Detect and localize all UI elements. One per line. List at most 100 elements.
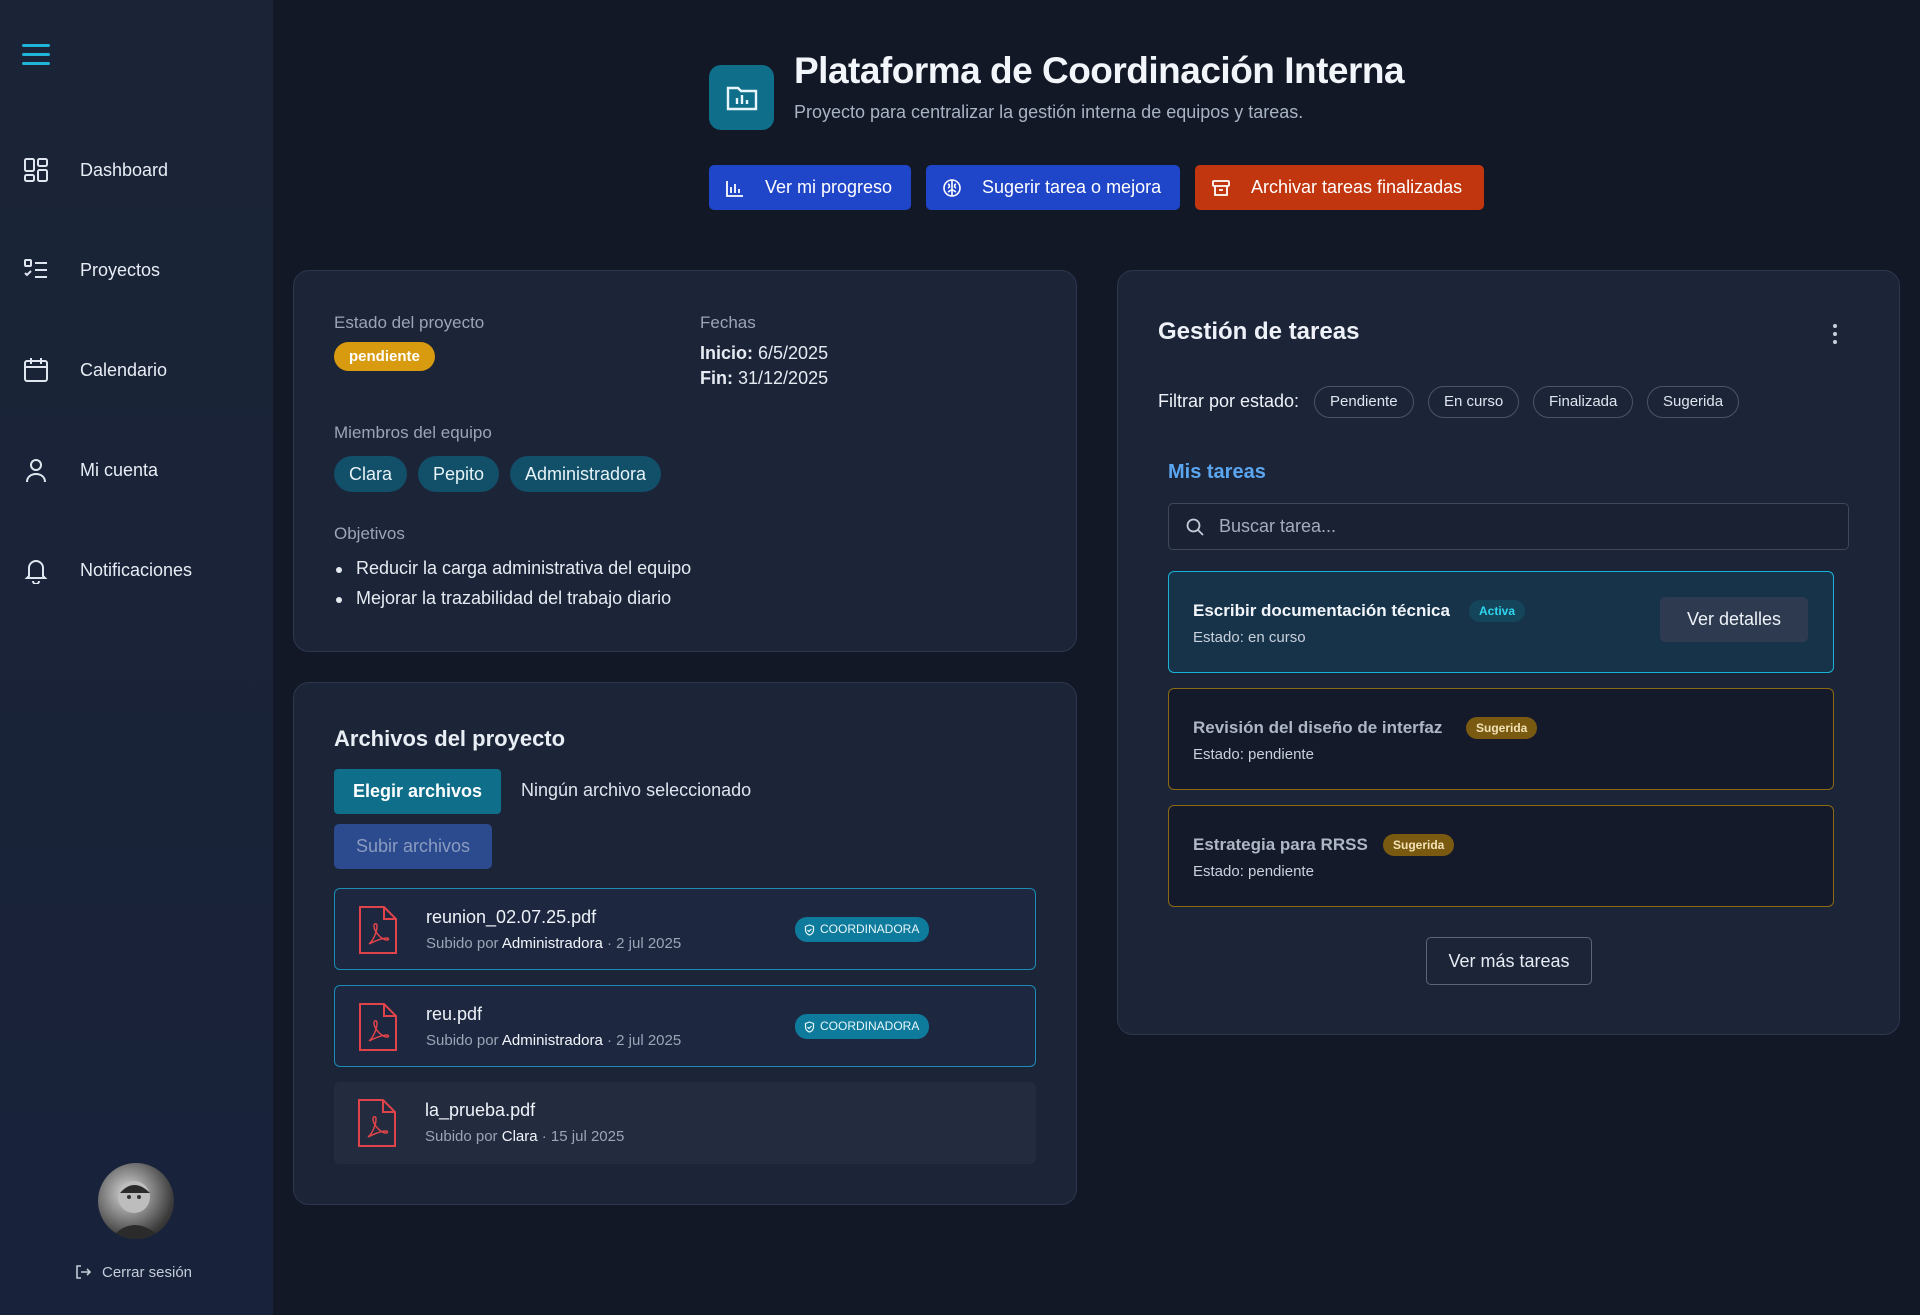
sidebar-item-proyectos[interactable]: Proyectos <box>0 240 273 300</box>
upload-files-button[interactable]: Subir archivos <box>334 824 492 869</box>
sidebar-item-label: Proyectos <box>80 259 161 280</box>
folder-chart-icon <box>726 86 757 110</box>
status-badge: pendiente <box>334 342 435 371</box>
task-search[interactable] <box>1168 503 1849 550</box>
file-date: · 2 jul 2025 <box>606 935 682 952</box>
more-options-icon[interactable] <box>1831 324 1839 346</box>
my-tasks-heading: Mis tareas <box>1168 461 1266 483</box>
file-row[interactable]: la_prueba.pdf Subido por Clara · 15 jul … <box>334 1082 1036 1164</box>
menu-icon[interactable] <box>22 44 50 68</box>
task-card[interactable]: Escribir documentación técnica Activa Es… <box>1168 571 1834 673</box>
task-status: Estado: en curso <box>1193 629 1306 646</box>
member-chip[interactable]: Pepito <box>418 456 500 492</box>
sidebar-item-label: Dashboard <box>80 159 169 180</box>
filter-label: Filtrar por estado: <box>1158 391 1300 411</box>
pdf-file-icon <box>359 1003 397 1051</box>
app-logo <box>709 65 774 130</box>
user-icon <box>26 459 46 483</box>
file-name[interactable]: reu.pdf <box>426 1004 482 1025</box>
suggest-task-button[interactable]: Sugerir tarea o mejora <box>926 165 1180 210</box>
members-label: Miembros del equipo <box>334 423 492 442</box>
file-uploader: Administradora <box>501 1032 603 1049</box>
list-check-icon <box>24 259 47 278</box>
filter-chip-sugerida[interactable]: Sugerida <box>1647 386 1740 418</box>
file-name[interactable]: reunion_02.07.25.pdf <box>426 907 596 928</box>
choose-files-button[interactable]: Elegir archivos <box>334 769 501 814</box>
sidebar-item-dashboard[interactable]: Dashboard <box>0 140 273 200</box>
filter-chip-pendiente[interactable]: Pendiente <box>1314 386 1414 418</box>
task-card[interactable]: Revisión del diseño de interfaz Sugerida… <box>1168 688 1834 790</box>
file-date: · 15 jul 2025 <box>541 1128 625 1145</box>
view-more-tasks-button[interactable]: Ver más tareas <box>1426 937 1592 985</box>
role-badge-label: COORDINADORA <box>820 1019 920 1033</box>
bell-icon <box>24 560 48 584</box>
bar-chart-icon <box>726 180 743 197</box>
sidebar-item-notificaciones[interactable]: Notificaciones <box>0 540 273 600</box>
search-input[interactable] <box>1219 504 1839 549</box>
end-date-value: 31/12/2025 <box>738 368 829 388</box>
view-details-button[interactable]: Ver detalles <box>1660 597 1808 642</box>
task-badge: Activa <box>1469 600 1526 622</box>
archive-finished-button[interactable]: Archivar tareas finalizadas <box>1195 165 1484 210</box>
role-badge: COORDINADORA <box>795 917 930 942</box>
file-date: · 2 jul 2025 <box>606 1032 682 1049</box>
file-meta: Subido por Administradora · 2 jul 2025 <box>426 935 681 952</box>
sidebar-item-calendario[interactable]: Calendario <box>0 340 273 400</box>
project-info-card: Estado del proyecto pendiente Fechas Ini… <box>293 270 1077 652</box>
member-chip[interactable]: Clara <box>334 456 408 492</box>
task-name: Estrategia para RRSS <box>1193 835 1368 854</box>
files-title: Archivos del proyecto <box>334 726 566 751</box>
file-meta: Subido por Administradora · 2 jul 2025 <box>426 1032 681 1049</box>
view-progress-label: Ver mi progreso <box>765 177 893 197</box>
dates-label: Fechas <box>700 313 756 332</box>
uploaded-by-prefix: Subido por <box>426 1032 499 1049</box>
file-uploader: Clara <box>501 1128 538 1145</box>
file-row[interactable]: reu.pdf Subido por Administradora · 2 ju… <box>334 985 1036 1067</box>
page-title: Plataforma de Coordinación Interna <box>794 50 1405 91</box>
start-date-label: Inicio: <box>700 343 753 363</box>
search-icon <box>1186 518 1204 536</box>
file-uploader: Administradora <box>501 935 603 952</box>
sidebar-item-label: Calendario <box>80 359 168 380</box>
sidebar: Dashboard Proyectos Calendario Mi cuenta… <box>0 0 273 1315</box>
task-name: Revisión del diseño de interfaz <box>1193 718 1443 737</box>
shield-check-icon <box>804 923 815 936</box>
start-date: Inicio: 6/5/2025 <box>700 343 828 364</box>
uploaded-by-prefix: Subido por <box>425 1128 498 1145</box>
filter-chip-finalizada[interactable]: Finalizada <box>1533 386 1634 418</box>
no-file-selected-text: Ningún archivo seleccionado <box>521 780 752 800</box>
task-status: Estado: pendiente <box>1193 863 1314 880</box>
shield-check-icon <box>804 1020 815 1033</box>
view-progress-button[interactable]: Ver mi progreso <box>709 165 911 210</box>
role-badge-label: COORDINADORA <box>820 922 920 936</box>
uploaded-by-prefix: Subido por <box>426 935 499 952</box>
calendar-icon <box>24 358 48 382</box>
filter-chip-en-curso[interactable]: En curso <box>1428 386 1520 418</box>
suggest-task-label: Sugerir tarea o mejora <box>982 177 1162 197</box>
task-badge: Sugerida <box>1383 834 1455 856</box>
end-date-label: Fin: <box>700 368 733 388</box>
end-date: Fin: 31/12/2025 <box>700 368 828 389</box>
sidebar-item-label: Mi cuenta <box>80 459 159 480</box>
objective-item: Reducir la carga administrativa del equi… <box>335 558 692 578</box>
logout-label: Cerrar sesión <box>102 1263 193 1281</box>
pdf-file-icon <box>359 906 397 954</box>
avatar[interactable] <box>98 1163 174 1239</box>
archive-icon <box>1212 179 1230 196</box>
brain-icon <box>943 178 961 197</box>
status-label: Estado del proyecto <box>334 313 485 332</box>
tasks-title: Gestión de tareas <box>1158 318 1360 345</box>
archive-finished-label: Archivar tareas finalizadas <box>1251 177 1463 197</box>
project-files-card: Archivos del proyecto Elegir archivos Ni… <box>293 682 1077 1205</box>
objective-item: Mejorar la trazabilidad del trabajo diar… <box>335 588 672 608</box>
sidebar-item-label: Notificaciones <box>80 559 193 580</box>
logout-button[interactable]: Cerrar sesión <box>74 1263 192 1281</box>
task-status: Estado: pendiente <box>1193 746 1314 763</box>
file-name[interactable]: la_prueba.pdf <box>425 1100 535 1121</box>
task-card[interactable]: Estrategia para RRSS Sugerida Estado: pe… <box>1168 805 1834 907</box>
sidebar-item-mi-cuenta[interactable]: Mi cuenta <box>0 440 273 500</box>
member-chip[interactable]: Administradora <box>510 456 662 492</box>
page-subtitle: Proyecto para centralizar la gestión int… <box>794 102 1304 122</box>
file-meta: Subido por Clara · 15 jul 2025 <box>425 1128 624 1145</box>
file-row[interactable]: reunion_02.07.25.pdf Subido por Administ… <box>334 888 1036 970</box>
